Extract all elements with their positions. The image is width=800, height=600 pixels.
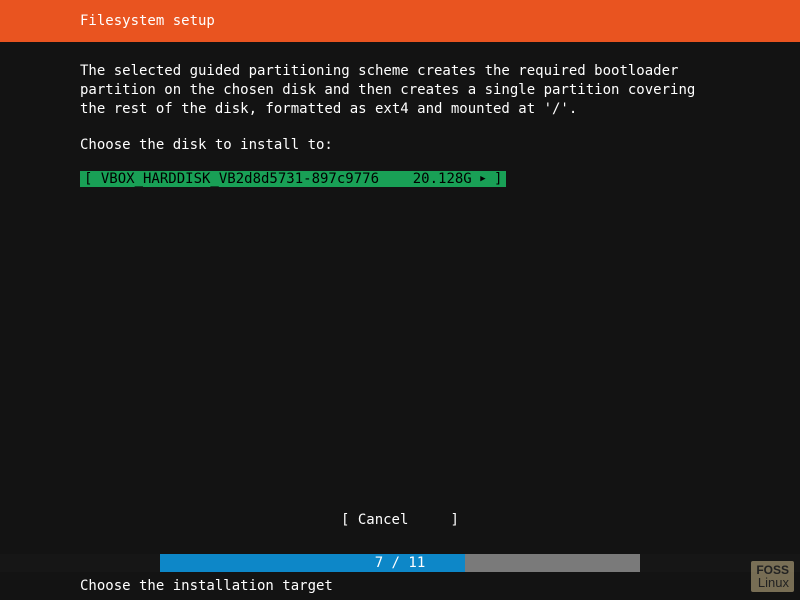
disk-size: 20.128G [413,171,472,187]
watermark-line2: Linux [756,576,789,589]
progress-label: 7 / 11 [0,555,800,571]
titlebar: Filesystem setup [0,0,800,42]
page-title: Filesystem setup [80,13,215,29]
prompt-text: Choose the disk to install to: [80,137,720,153]
main-content: The selected guided partitioning scheme … [0,42,800,187]
progress-area: 7 / 11 [0,554,800,572]
footer-hint: Choose the installation target [0,572,800,600]
description-text: The selected guided partitioning scheme … [80,62,720,119]
disk-label: VBOX_HARDDISK_VB2d8d5731-897c9776 [101,171,379,187]
cancel-row: [ Cancel ] [0,512,800,528]
footer-hint-text: Choose the installation target [80,578,333,594]
watermark-logo: FOSS Linux [751,561,794,592]
cancel-button[interactable]: [ Cancel ] [337,512,463,528]
disk-option[interactable]: [ VBOX_HARDDISK_VB2d8d5731-897c9776 20.1… [80,171,506,187]
bracket-open: [ [84,171,101,187]
bracket-close: ] [486,171,503,187]
